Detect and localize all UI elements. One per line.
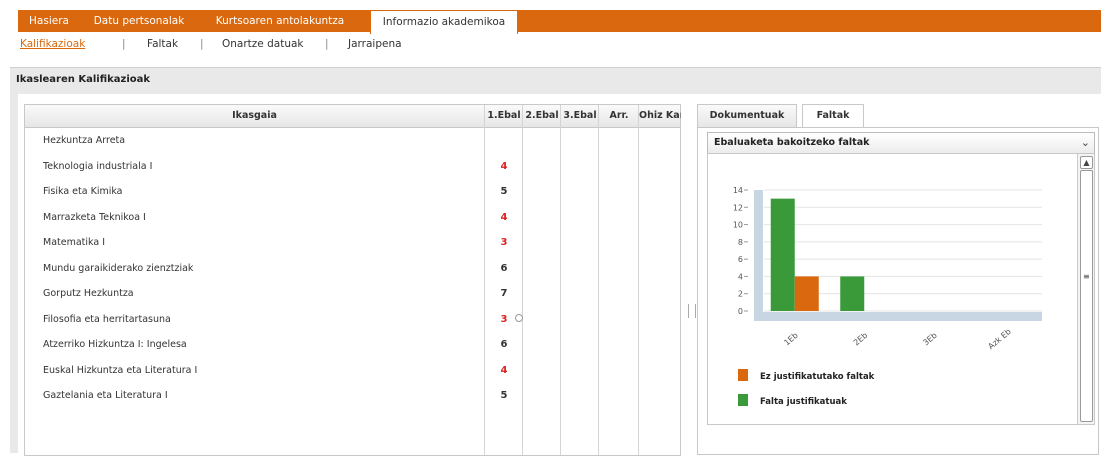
- legend-label: Ez justifikatutako faltak: [760, 372, 875, 382]
- column-header-3ebal[interactable]: 3.Ebal: [560, 105, 599, 127]
- main-tab-strip: Hasiera Datu pertsonalak Kurtsoaren anto…: [18, 10, 1101, 34]
- subject-name: Matematika I: [43, 237, 106, 248]
- table-row[interactable]: Atzerriko Hizkuntza I: Ingelesa 6: [25, 332, 680, 357]
- empty-row: [25, 409, 680, 434]
- empty-row: [25, 434, 680, 459]
- scrollbar-thumb[interactable]: [1080, 170, 1093, 422]
- subject-name: Fisika eta Kimika: [43, 186, 123, 197]
- grade-1ebal: 3: [500, 237, 508, 248]
- chevron-down-icon: ⌄: [1080, 136, 1090, 149]
- column-header-ikasgaia[interactable]: Ikasgaia: [25, 105, 484, 127]
- table-row[interactable]: Matematika I 3: [25, 230, 680, 255]
- column-header-arr[interactable]: Arr.: [598, 105, 639, 127]
- y-tick-label: 8: [738, 238, 743, 247]
- subject-name: Mundu garaikiderako zienztziak: [43, 262, 194, 274]
- panel-title: Ikaslearen Kalifikazioak: [16, 74, 151, 85]
- bar-justified: [770, 198, 795, 311]
- chart-scrollbar[interactable]: ▲ ≡: [1077, 154, 1094, 424]
- note-icon[interactable]: [515, 313, 523, 322]
- table-row[interactable]: Marrazketa Teknikoa I 4: [25, 205, 680, 230]
- grade-1ebal: [485, 128, 523, 153]
- legend-swatch: [738, 394, 748, 406]
- subject-name: Marrazketa Teknikoa I: [43, 211, 146, 223]
- subtab-jarraipena[interactable]: Jarraipena: [348, 33, 402, 55]
- subtab-faltak[interactable]: Faltak: [147, 33, 178, 55]
- tab-faltak[interactable]: Faltak: [802, 104, 864, 128]
- subject-name: Teknologia industriala I: [43, 160, 153, 172]
- tab-datu-pertsonalak[interactable]: Datu pertsonalak: [82, 10, 196, 32]
- table-row[interactable]: Euskal Hizkuntza eta Literatura I 4: [25, 358, 680, 383]
- absences-panel: Dokumentuak Faltak Ebaluaketa bakoitzeko…: [694, 94, 1101, 455]
- grade-1ebal: 6: [500, 339, 508, 350]
- table-row[interactable]: Teknologia industriala I 4: [25, 154, 680, 179]
- y-tick-label: 10: [733, 221, 743, 230]
- subtab-onartze-datuak[interactable]: Onartze datuak: [222, 33, 303, 55]
- grade-1ebal: 6: [500, 262, 508, 274]
- x-tick-label: 3Eb: [921, 331, 938, 348]
- select-value: Ebaluaketa bakoitzeko faltak: [714, 137, 870, 148]
- subnav-separator: |: [122, 38, 126, 50]
- panel-content: Ikasgaia 1.Ebal 2.Ebal 3.Ebal Arr. Ohiz …: [18, 94, 1101, 456]
- legend-swatch: [738, 369, 748, 381]
- subject-name: Filosofia eta herritartasuna: [43, 313, 171, 325]
- column-header-2ebal[interactable]: 2.Ebal: [522, 105, 561, 127]
- subject-name: Atzerriko Hizkuntza I: Ingelesa: [43, 339, 187, 350]
- bar-justified: [840, 276, 865, 311]
- legend-label: Falta justifikatuak: [760, 397, 847, 407]
- table-row[interactable]: Filosofia eta herritartasuna 3: [25, 307, 680, 332]
- table-header: Ikasgaia 1.Ebal 2.Ebal 3.Ebal Arr. Ohiz …: [25, 105, 681, 128]
- x-tick-label: Azk Eb: [986, 327, 1012, 351]
- absences-chart-container: 0 2 4 6 8 10 12 14 1Eb 2Eb 3Eb Azk Eb Ez justifikatu…: [707, 153, 1095, 425]
- x-tick-label: 1Eb: [782, 331, 799, 348]
- tab-kurtsoaren-antolakuntza[interactable]: Kurtsoaren antolakuntza: [198, 10, 362, 32]
- table-row[interactable]: Gaztelania eta Literatura I 5: [25, 383, 680, 408]
- grade-1ebal: 7: [500, 288, 508, 299]
- column-header-1ebal[interactable]: 1.Ebal: [484, 105, 523, 127]
- tab-dokumentuak[interactable]: Dokumentuak: [697, 104, 797, 127]
- grip-icon: ≡: [1083, 272, 1090, 281]
- subnav-separator: |: [325, 38, 329, 50]
- y-axis-band: [754, 190, 763, 321]
- y-tick-label: 6: [738, 255, 743, 264]
- tab-hasiera[interactable]: Hasiera: [18, 10, 80, 32]
- grade-1ebal: 4: [500, 364, 508, 376]
- x-axis-band: [754, 312, 1042, 321]
- subnav-separator: |: [200, 38, 204, 50]
- table-row[interactable]: Fisika eta Kimika 5: [25, 179, 680, 204]
- subject-name: Hezkuntza Arreta: [43, 135, 126, 146]
- y-tick-label: 12: [733, 203, 743, 212]
- table-row[interactable]: Gorputz Hezkuntza 7: [25, 281, 680, 306]
- y-tick-label: 4: [738, 272, 743, 281]
- subject-name: Gorputz Hezkuntza: [43, 288, 134, 299]
- scroll-up-icon[interactable]: ▲: [1080, 156, 1093, 169]
- grades-panel: Ikaslearen Kalifikazioak Ikasgaia 1.Ebal…: [10, 67, 1101, 456]
- table-row[interactable]: Mundu garaikiderako zienztziak 6: [25, 256, 680, 281]
- y-tick-label: 2: [738, 290, 743, 299]
- absences-chart: 0 2 4 6 8 10 12 14 1Eb 2Eb 3Eb Azk Eb Ez justifikatu…: [733, 186, 1042, 407]
- grades-table: Ikasgaia 1.Ebal 2.Ebal 3.Ebal Arr. Ohiz …: [24, 104, 681, 456]
- x-tick-label: 2Eb: [852, 331, 869, 348]
- y-tick-label: 0: [738, 307, 743, 316]
- grade-1ebal: 5: [500, 186, 508, 197]
- column-header-ohiz-kanp[interactable]: Ohiz Kanp.: [638, 105, 681, 127]
- y-tick-label: 14: [733, 186, 743, 195]
- grade-1ebal: 4: [500, 160, 508, 172]
- grade-1ebal: 4: [500, 211, 508, 223]
- tab-informazio-akademikoa[interactable]: Informazio akademikoa: [370, 10, 518, 34]
- subtab-kalifikazioak[interactable]: Kalifikazioak: [20, 33, 85, 55]
- bar-unjustified: [794, 276, 819, 311]
- subject-name: Gaztelania eta Literatura I: [43, 390, 168, 401]
- grade-1ebal: 5: [500, 390, 508, 401]
- subject-name: Euskal Hizkuntza eta Literatura I: [43, 364, 198, 376]
- chart-type-select[interactable]: Ebaluaketa bakoitzeko faltak ⌄: [707, 132, 1095, 154]
- table-row[interactable]: Hezkuntza Arreta: [25, 128, 680, 153]
